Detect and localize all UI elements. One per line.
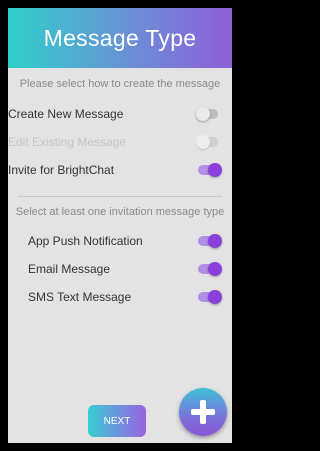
option-label: SMS Text Message (28, 290, 132, 304)
option-edit-existing-message: Edit Existing Message (8, 128, 232, 156)
email-message-toggle[interactable] (198, 262, 222, 276)
option-label: Email Message (28, 262, 111, 276)
option-label: App Push Notification (28, 234, 143, 248)
option-label: Invite for BrightChat (8, 163, 115, 177)
edit-existing-message-toggle (196, 135, 218, 149)
app-screen: Message Type Please select how to create… (8, 8, 232, 443)
sms-text-message-toggle[interactable] (198, 290, 222, 304)
create-method-hint: Please select how to create the message (19, 78, 221, 90)
option-create-new-message[interactable]: Create New Message (8, 100, 232, 128)
next-button-label: NEXT (103, 415, 131, 427)
header-bar: Message Type (8, 8, 232, 68)
add-fab-button[interactable] (179, 388, 227, 436)
page-title: Message Type (43, 24, 197, 51)
option-label: Create New Message (8, 107, 124, 121)
create-new-message-toggle[interactable] (196, 107, 218, 121)
plus-icon (190, 399, 216, 425)
next-button[interactable]: NEXT (88, 405, 146, 437)
option-label: Edit Existing Message (8, 135, 127, 149)
option-app-push-notification[interactable]: App Push Notification (8, 227, 232, 255)
option-email-message[interactable]: Email Message (8, 255, 232, 283)
invite-brightchat-toggle[interactable] (198, 163, 222, 177)
invitation-type-hint: Select at least one invitation message t… (15, 206, 225, 218)
app-push-notification-toggle[interactable] (198, 234, 222, 248)
option-sms-text-message[interactable]: SMS Text Message (8, 283, 232, 311)
option-invite-brightchat[interactable]: Invite for BrightChat (8, 156, 232, 184)
